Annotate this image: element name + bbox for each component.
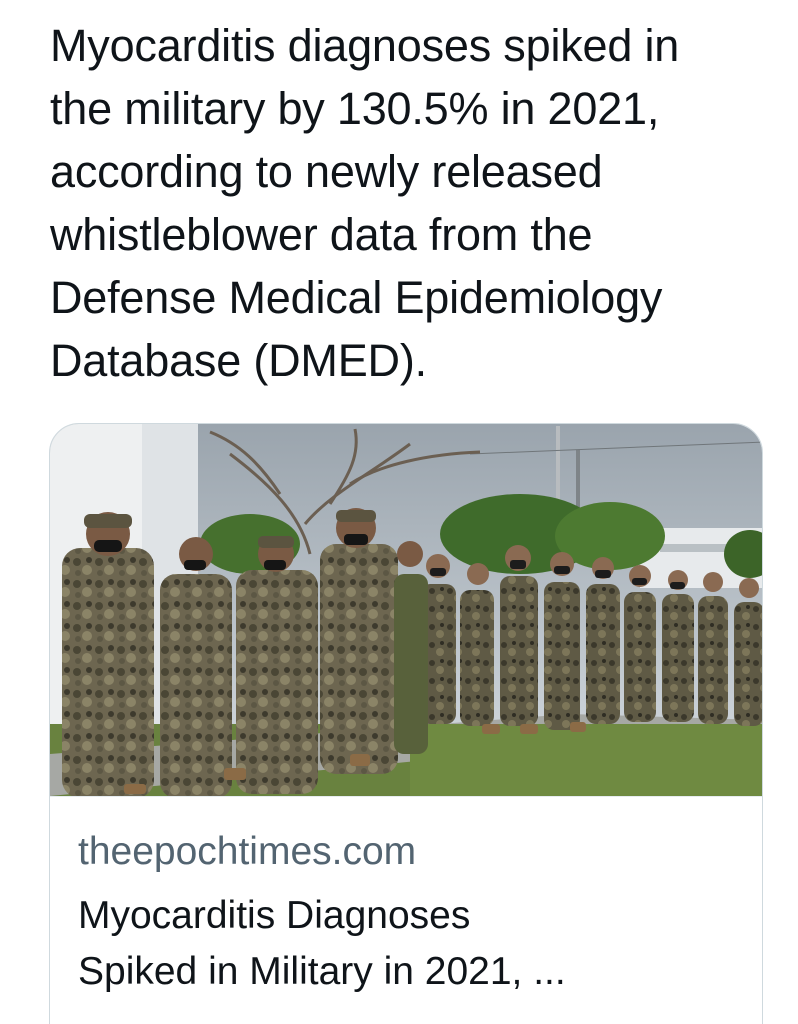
tweet-text: Myocarditis diagnoses spiked in the mili… xyxy=(50,20,680,386)
card-title-line: Myocarditis Diagnoses xyxy=(78,894,471,937)
link-preview-card[interactable]: theepochtimes.com Myocarditis Diagnoses … xyxy=(49,423,763,1024)
card-domain[interactable]: theepochtimes.com xyxy=(78,828,416,876)
card-photo[interactable] xyxy=(50,424,763,796)
card-title-line: Spiked in Military in 2021, ... xyxy=(78,950,566,993)
card-divider xyxy=(50,796,762,797)
card-title[interactable]: Myocarditis Diagnoses Spiked in Military… xyxy=(78,888,738,1000)
